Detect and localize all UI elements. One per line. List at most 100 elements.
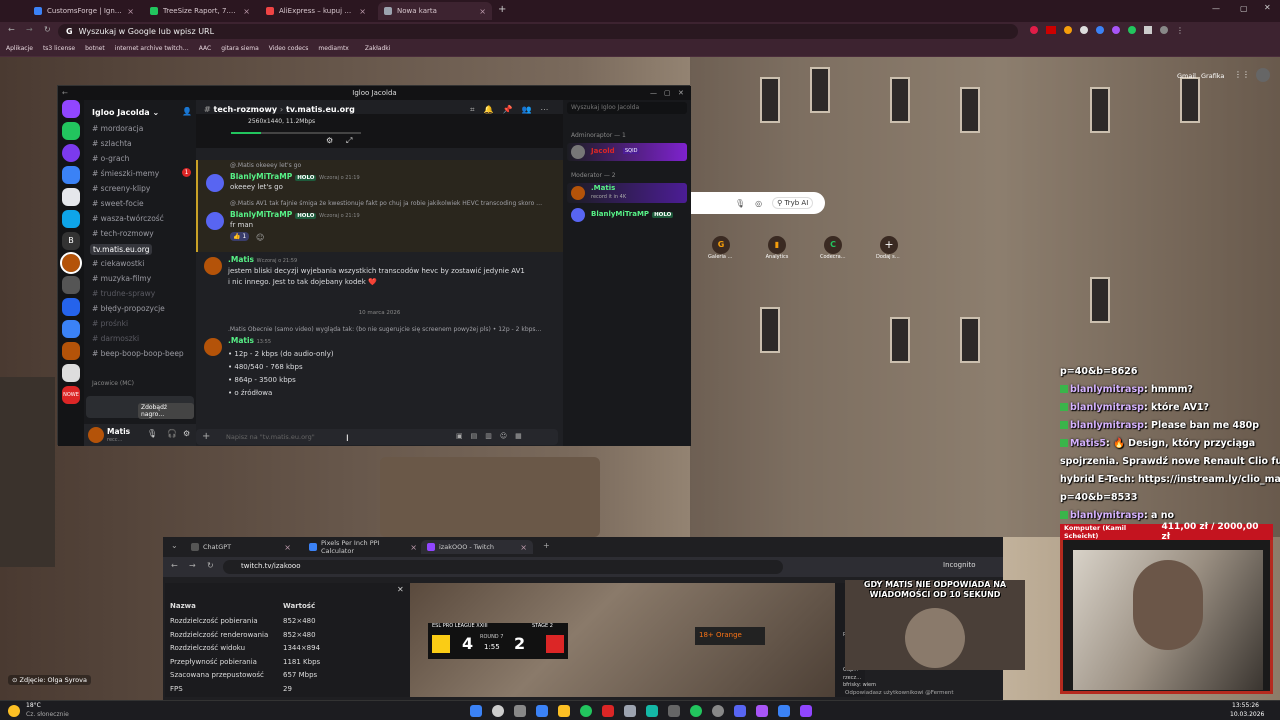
new-server-badge[interactable]: NOWE	[62, 386, 80, 404]
avatar[interactable]	[88, 427, 104, 443]
gear-icon[interactable]: ⚙	[326, 136, 333, 145]
bookmark[interactable]: botnet	[85, 45, 105, 52]
browser-tab[interactable]: Pixels Per Inch PPI Calculator ×	[303, 539, 423, 555]
reaction[interactable]: 👍 1	[230, 232, 250, 241]
browser-tab[interactable]: ChatGPT ×	[185, 540, 297, 554]
channel-item[interactable]: # o-grach	[92, 154, 129, 163]
app-icon[interactable]	[646, 705, 658, 717]
search-icon[interactable]	[492, 705, 504, 717]
channel-item[interactable]: # screeny-klipy	[92, 184, 150, 193]
back-icon[interactable]: ←	[62, 86, 68, 100]
chat-message[interactable]: @.Matis AV1 tak fajnie śmiga że kwestion…	[196, 198, 563, 252]
minimize-icon[interactable]: —	[1212, 4, 1220, 13]
server-icon[interactable]	[62, 298, 80, 316]
browser-tab[interactable]: CustomsForge | Ignition4×	[28, 2, 140, 20]
channel-item[interactable]: # ciekawostki	[92, 259, 144, 268]
profile-avatar[interactable]	[1160, 26, 1168, 34]
close-window-icon[interactable]: ✕	[1264, 3, 1271, 12]
add-shortcut[interactable]: + Dodaj skrót	[876, 236, 902, 260]
browser-tab[interactable]: AliExpress – kupuj online produ…×	[260, 2, 372, 20]
bookmark[interactable]: Video codecs	[269, 45, 309, 52]
message-input[interactable]: + Napisz na "tv.matis.eu.org" ▣▤▥☺▦	[196, 429, 558, 445]
shortcut[interactable]: GGaleria zdjęć	[708, 236, 734, 260]
member-item[interactable]: BlanlyMiTraMP HOLO	[567, 207, 687, 223]
new-tab-icon[interactable]: +	[498, 4, 506, 15]
back-icon[interactable]: ←	[8, 25, 15, 34]
shortcut[interactable]: ▮ Analytics	[764, 236, 790, 260]
explorer-icon[interactable]	[558, 705, 570, 717]
member-item[interactable]: Jacold SQID	[567, 143, 687, 161]
reload-icon[interactable]: ↻	[44, 25, 51, 34]
browser-tab-active[interactable]: Nowa karta ×	[378, 2, 492, 20]
close-icon[interactable]: ✕	[397, 585, 404, 594]
maximize-icon[interactable]: ▢	[1240, 4, 1248, 13]
brave-icon[interactable]	[602, 705, 614, 717]
start-icon[interactable]	[470, 705, 482, 717]
bookmark[interactable]: mediamtx	[318, 45, 348, 52]
bookmark[interactable]: AAC	[199, 45, 211, 52]
extension-icon[interactable]	[1112, 26, 1120, 34]
forward-icon[interactable]: →	[189, 561, 196, 570]
avatar[interactable]	[206, 174, 224, 192]
avatar[interactable]	[204, 257, 222, 275]
chat-message[interactable]: .Matis Wczoraj o 21:59 jestem bliski dec…	[196, 255, 563, 295]
extension-icon[interactable]	[1080, 26, 1088, 34]
headphones-icon[interactable]: 🎧	[167, 429, 177, 438]
bookmark[interactable]: ts3 license	[43, 45, 75, 52]
extension-icon[interactable]	[1096, 26, 1104, 34]
steam-icon[interactable]	[712, 705, 724, 717]
avatar[interactable]	[204, 338, 222, 356]
extension-icon[interactable]	[1030, 26, 1038, 34]
account-avatar[interactable]	[1256, 68, 1270, 82]
shortcut[interactable]: CCodecrafters	[820, 236, 846, 260]
google-search-box[interactable]: 🎙 ◎ ⚲ Tryb AI	[690, 192, 825, 214]
back-icon[interactable]: ←	[171, 561, 178, 570]
settings-icon[interactable]: ⚙	[183, 429, 190, 438]
close-icon[interactable]: ×	[243, 7, 250, 16]
server-icon-active[interactable]	[60, 252, 82, 274]
weather-icon[interactable]	[8, 705, 20, 717]
server-icon[interactable]	[62, 122, 80, 140]
add-member-icon[interactable]: 👤	[182, 107, 192, 116]
new-tab-icon[interactable]: +	[543, 541, 550, 550]
channel-item[interactable]: # trudne-sprawy	[92, 289, 155, 298]
tab-search-icon[interactable]: ⌄	[171, 541, 178, 550]
channel-item[interactable]: # muzyka-filmy	[92, 274, 151, 283]
app-icon[interactable]	[668, 705, 680, 717]
twitch-icon[interactable]	[800, 705, 812, 717]
mic-icon[interactable]: 🎙	[735, 199, 745, 208]
close-icon[interactable]: ×	[284, 543, 291, 552]
discord-icon[interactable]	[734, 705, 746, 717]
incognito-badge[interactable]: Incognito	[943, 561, 975, 569]
channel-item[interactable]: # wasza-twórczość	[92, 214, 164, 223]
channel-item[interactable]: # szlachta	[92, 139, 132, 148]
ai-mode-button[interactable]: ⚲ Tryb AI	[772, 197, 814, 209]
photo-credit[interactable]: ⊙ Zdjęcie: Olga Syrova	[8, 675, 91, 685]
gmail-link[interactable]: Gmail	[1177, 72, 1196, 80]
server-icon[interactable]	[62, 166, 80, 184]
channel-item[interactable]: # śmieszki-memy	[92, 169, 159, 178]
browser-tab-active[interactable]: izakOOO - Twitch ×	[421, 540, 533, 554]
bookmark-folder[interactable]: Zakładki	[365, 45, 391, 52]
close-icon[interactable]: ×	[127, 7, 134, 16]
member-item[interactable]: .Matis record it in 4K	[567, 183, 687, 203]
extension-icon[interactable]	[1064, 26, 1072, 34]
video-embed[interactable]: 2560x1440, 11.2Mbps ⚙ ⤢	[196, 114, 563, 148]
bookmark[interactable]: gitara siema	[221, 45, 259, 52]
app-icon[interactable]	[778, 705, 790, 717]
add-reaction-icon[interactable]: ☺	[256, 233, 264, 242]
mic-icon[interactable]: 🎙	[147, 429, 157, 438]
fullscreen-icon[interactable]: ⤢	[346, 136, 352, 146]
composer-icons[interactable]: ▣▤▥☺▦	[456, 432, 530, 440]
forward-icon[interactable]: →	[26, 25, 33, 34]
close-icon[interactable]: ×	[410, 543, 417, 552]
lens-icon[interactable]: ◎	[755, 199, 762, 208]
chat-message[interactable]: @.Matis okeeey let's go BlanlyMiTraMP HOL…	[196, 160, 563, 198]
apps-grid-icon[interactable]: ⋮⋮	[1234, 70, 1250, 79]
quest-banner[interactable]: Zdobądź nagro…	[86, 396, 194, 419]
reload-icon[interactable]: ↻	[207, 561, 214, 570]
edit-icon[interactable]	[536, 705, 548, 717]
server-icon[interactable]	[62, 364, 80, 382]
channel-item[interactable]: # mordoracja	[92, 124, 143, 133]
omnibox[interactable]: G Wyszukaj w Google lub wpisz URL	[58, 24, 1018, 39]
